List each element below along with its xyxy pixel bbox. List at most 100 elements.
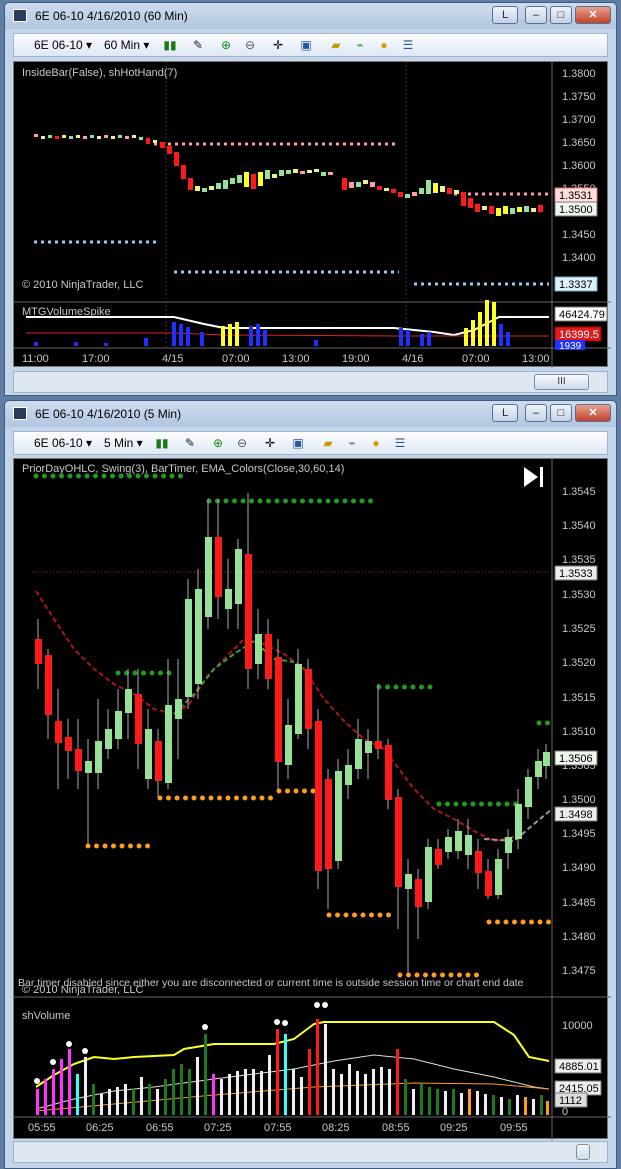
drawing-tool-icon[interactable]: ✎ — [182, 436, 198, 451]
data-box-icon[interactable]: ☰ — [400, 38, 416, 53]
window-titlebar[interactable]: 6E 06-10 4/16/2010 (5 Min) L – □ ✕ — [5, 401, 616, 427]
zoom-out-icon[interactable]: ⊖ — [242, 38, 258, 53]
properties-icon[interactable]: ▣ — [290, 436, 306, 451]
volume-tag-1: 46424.79 — [559, 309, 605, 321]
data-box-icon[interactable]: ☰ — [392, 436, 408, 451]
time-tick: 06:25 — [86, 1122, 114, 1134]
price-tick: 1.3525 — [562, 623, 596, 635]
time-tick: 11:00 — [22, 353, 49, 365]
price-tick: 1.3475 — [562, 965, 596, 977]
chart-window-60min: 6E 06-10 4/16/2010 (60 Min) L – □ ✕ 6E 0… — [4, 2, 617, 396]
time-tick: 19:00 — [342, 353, 370, 365]
period-selector[interactable]: 60 Min ▾ — [104, 38, 149, 52]
price-tick: 1.3750 — [562, 91, 596, 103]
volume-tick: 0 — [562, 1106, 568, 1118]
instrument-selector[interactable]: 6E 06-10 ▾ — [34, 436, 92, 450]
time-tick: 09:25 — [440, 1122, 468, 1134]
properties-icon[interactable]: ▣ — [298, 38, 314, 53]
time-tick: 06:55 — [146, 1122, 174, 1134]
price-tick: 1.3515 — [562, 692, 596, 704]
cash-icon[interactable]: ● — [376, 38, 392, 53]
crosshair-icon[interactable]: ✛ — [270, 38, 286, 53]
price-tick: 1.3500 — [562, 794, 596, 806]
drawing-tool-icon[interactable]: ✎ — [190, 38, 206, 53]
chart-window-icon — [13, 407, 27, 420]
price-tick: 1.3510 — [562, 726, 596, 738]
price-tick: 1.3490 — [562, 862, 596, 874]
time-tick: 07:55 — [264, 1122, 292, 1134]
price-tick: 1.3450 — [562, 229, 596, 241]
price-tick: 1.3545 — [562, 486, 596, 498]
chart-toolbar: 6E 06-10 ▾ 5 Min ▾ ▮▮ ✎ ⊕ ⊖ ✛ ▣ ▰ ⌁ ● ☰ — [13, 431, 608, 455]
cash-icon[interactable]: ● — [368, 436, 384, 451]
price-tick: 1.3535 — [562, 554, 596, 566]
time-tick: 13:00 — [522, 353, 550, 365]
minimize-button[interactable]: – — [525, 404, 547, 422]
close-button[interactable]: ✕ — [575, 6, 611, 24]
chart-window-5min: 6E 06-10 4/16/2010 (5 Min) L – □ ✕ 6E 06… — [4, 400, 617, 1169]
indicator-label: InsideBar(False), shHotHand(7) — [22, 67, 177, 79]
zoom-out-icon[interactable]: ⊖ — [234, 436, 250, 451]
window-title: 6E 06-10 4/16/2010 (5 Min) — [35, 407, 182, 421]
period-selector[interactable]: 5 Min ▾ — [104, 436, 143, 450]
price-tick: 1.3530 — [562, 589, 596, 601]
go-to-end-icon[interactable] — [524, 467, 543, 487]
link-button[interactable]: L — [492, 404, 518, 422]
watermark: © 2010 NinjaTrader, LLC — [22, 984, 143, 996]
last-price-tag: 1.3506 — [559, 753, 593, 765]
link-button[interactable]: L — [492, 6, 518, 24]
strategies-icon[interactable]: ▰ — [320, 436, 336, 451]
price-tick: 1.3495 — [562, 828, 596, 840]
price-axis: 1.3800 1.3750 1.3700 1.3650 1.3600 1.355… — [562, 68, 596, 264]
price-axis: 1.3545 1.3540 1.3535 1.3530 1.3525 1.352… — [562, 486, 596, 977]
window-titlebar[interactable]: 6E 06-10 4/16/2010 (60 Min) L – □ ✕ — [5, 3, 616, 29]
horizontal-scrollbar[interactable] — [13, 1141, 608, 1163]
candles-5min — [35, 493, 550, 974]
volume-tag-1: 4885.01 — [559, 1061, 599, 1073]
zoom-in-icon[interactable]: ⊕ — [218, 38, 234, 53]
candles-60min — [34, 134, 543, 216]
time-axis: 05:55 06:25 06:55 07:25 07:55 08:25 08:5… — [28, 1122, 528, 1134]
volume-tag-3: 1112 — [559, 1095, 582, 1107]
zoom-in-icon[interactable]: ⊕ — [210, 436, 226, 451]
indicators-icon[interactable]: ⌁ — [352, 38, 368, 53]
time-tick: 08:25 — [322, 1122, 350, 1134]
price-chart-5min[interactable]: PriorDayOHLC, Swing(3), BarTimer, EMA_Co… — [13, 458, 611, 1140]
price-tick: 1.3400 — [562, 252, 596, 264]
scrollbar-thumb[interactable]: III — [534, 374, 589, 390]
watermark: © 2010 NinjaTrader, LLC — [22, 279, 143, 291]
bar-type-icon[interactable]: ▮▮ — [154, 436, 170, 451]
price-tick: 1.3540 — [562, 520, 596, 532]
time-tick: 07:25 — [204, 1122, 232, 1134]
time-tick: 4/15 — [162, 353, 183, 365]
close-button[interactable]: ✕ — [575, 404, 611, 422]
last-price-tag: 1.3531 — [559, 190, 593, 202]
price-tick: 1.3800 — [562, 68, 596, 80]
price-chart-60min[interactable]: InsideBar(False), shHotHand(7) © 2010 Ni… — [13, 61, 611, 368]
scrollbar-thumb[interactable] — [576, 1144, 590, 1160]
volume-tag-2: 16399.5 — [559, 329, 599, 341]
prior-day-tag: 1.3533 — [559, 568, 593, 580]
price-tick: 1.3485 — [562, 897, 596, 909]
volume-tag-3: 1939 — [559, 341, 582, 352]
chart-toolbar: 6E 06-10 ▾ 60 Min ▾ ▮▮ ✎ ⊕ ⊖ ✛ ▣ ▰ ⌁ ● ☰ — [13, 33, 608, 57]
time-tick: 13:00 — [282, 353, 310, 365]
strategies-icon[interactable]: ▰ — [328, 38, 344, 53]
indicators-icon[interactable]: ⌁ — [344, 436, 360, 451]
time-tick: 08:55 — [382, 1122, 410, 1134]
maximize-button[interactable]: □ — [550, 6, 572, 24]
horizontal-scrollbar[interactable]: III — [13, 371, 608, 393]
window-title: 6E 06-10 4/16/2010 (60 Min) — [35, 9, 188, 23]
indicator-label: PriorDayOHLC, Swing(3), BarTimer, EMA_Co… — [22, 463, 344, 475]
time-axis: 11:00 17:00 4/15 07:00 13:00 19:00 4/16 … — [22, 353, 550, 365]
instrument-selector[interactable]: 6E 06-10 ▾ — [34, 38, 92, 52]
minimize-button[interactable]: – — [525, 6, 547, 24]
maximize-button[interactable]: □ — [550, 404, 572, 422]
time-tick: 07:00 — [462, 353, 490, 365]
price-tick: 1.3700 — [562, 114, 596, 126]
time-tick: 17:00 — [82, 353, 110, 365]
time-tick: 09:55 — [500, 1122, 528, 1134]
crosshair-icon[interactable]: ✛ — [262, 436, 278, 451]
close-price-tag: 1.3500 — [559, 204, 593, 216]
bar-type-icon[interactable]: ▮▮ — [162, 38, 178, 53]
